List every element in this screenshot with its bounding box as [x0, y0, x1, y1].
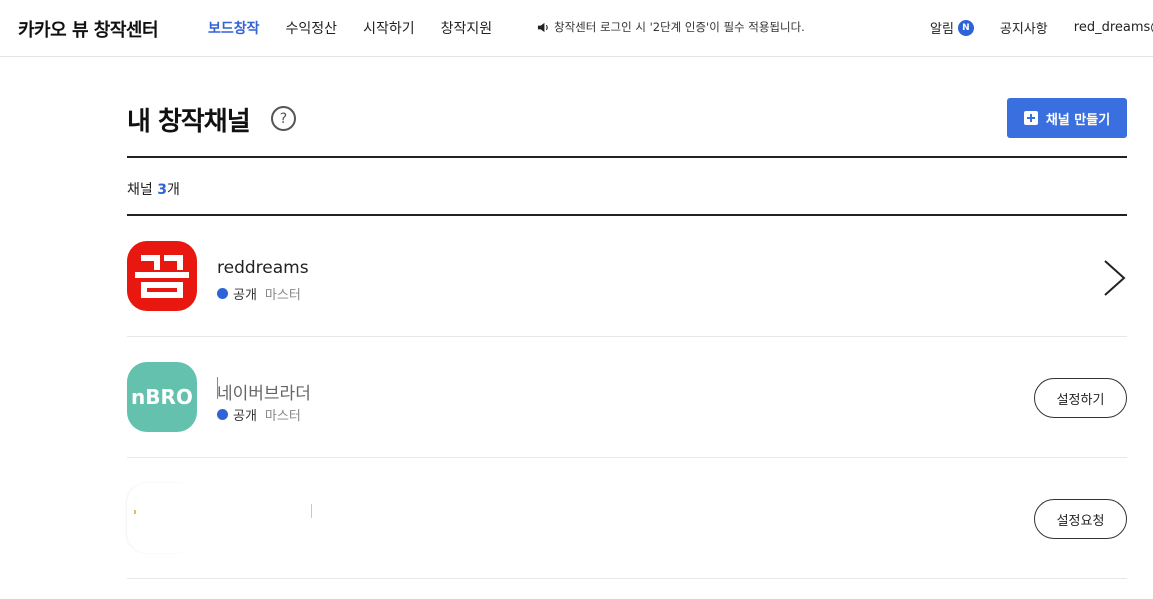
notice-link[interactable]: 공지사항: [1000, 18, 1048, 37]
nav-getting-started[interactable]: 시작하기: [363, 18, 415, 38]
question-icon[interactable]: ?: [271, 106, 296, 131]
channel-role: 마스터: [264, 409, 301, 424]
notice-banner[interactable]: 창작센터 로그인 시 '2단계 인증'이 필수 적용됩니다.: [537, 19, 805, 35]
count-suffix: 개: [166, 182, 180, 198]
alarm-button[interactable]: 알림 N: [930, 18, 974, 37]
channel-avatar: [127, 241, 197, 311]
channel-status: 공개: [233, 288, 257, 303]
top-header: 카카오 뷰 창작센터 보드창작 수익정산 시작하기 창작지원 창작센터 로그인 …: [0, 0, 1153, 57]
nav-creator-support[interactable]: 창작지원: [441, 18, 493, 38]
notice-text: 창작센터 로그인 시 '2단계 인증'이 필수 적용됩니다.: [554, 20, 805, 34]
channel-status: 공개: [233, 409, 257, 424]
channel-meta: 공개 마스터: [217, 284, 301, 303]
create-channel-label: 채널 만들기: [1045, 112, 1111, 128]
nav-revenue[interactable]: 수익정산: [286, 18, 338, 38]
plus-square-icon: [1023, 111, 1038, 125]
avatar-text: nBRO: [131, 385, 193, 409]
create-channel-button[interactable]: 채널 만들기: [1007, 98, 1127, 138]
channel-name[interactable]: reddreams: [217, 258, 309, 278]
nav-board-creation[interactable]: 보드창작: [208, 18, 260, 38]
chevron-right-icon[interactable]: [1102, 258, 1128, 298]
avatar-fragment: [134, 510, 136, 514]
main-nav: 보드창작 수익정산 시작하기 창작지원: [208, 18, 492, 38]
channel-avatar: nBRO: [127, 362, 197, 432]
channel-row[interactable]: 설정요청: [127, 458, 1127, 579]
channel-avatar: [127, 483, 197, 553]
settings-button[interactable]: 설정하기: [1034, 378, 1127, 418]
channel-row[interactable]: nBRO 네이버브라더 공개 마스터 설정하기: [127, 337, 1127, 458]
alarm-badge: N: [957, 19, 974, 36]
public-status-dot: [217, 288, 228, 299]
header-utilities: 알림 N 공지사항 red_dreams@: [930, 18, 1153, 37]
user-account[interactable]: red_dreams@: [1074, 20, 1153, 35]
count-prefix: 채널: [127, 182, 158, 198]
public-status-dot: [217, 409, 228, 420]
loading-mark: [311, 504, 312, 518]
channel-row[interactable]: reddreams 공개 마스터: [127, 216, 1127, 337]
site-logo[interactable]: 카카오 뷰 창작센터: [18, 16, 159, 42]
channel-count: 채널 3개: [127, 179, 180, 199]
page-title: 내 창작채널: [127, 107, 251, 137]
channel-name[interactable]: 네이버브라더: [217, 379, 311, 404]
channel-meta: 공개 마스터: [217, 405, 301, 424]
speaker-icon: [537, 22, 548, 32]
request-settings-button[interactable]: 설정요청: [1034, 499, 1127, 539]
count-value: 3: [157, 182, 167, 198]
divider: [127, 156, 1127, 158]
alarm-label: 알림: [930, 22, 954, 37]
channel-role: 마스터: [264, 288, 301, 303]
channel-logo-graphic: [135, 255, 189, 298]
